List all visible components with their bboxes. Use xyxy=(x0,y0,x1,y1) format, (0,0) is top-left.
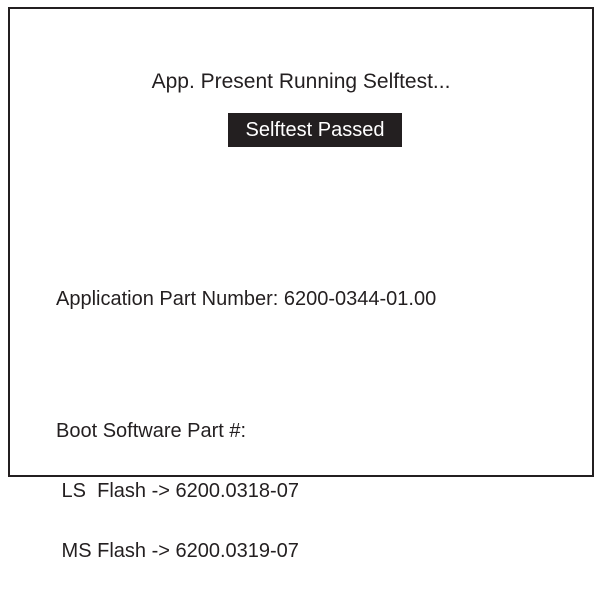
selftest-passed-badge: Selftest Passed xyxy=(228,113,402,147)
boot-software-info: Boot Software Part #: LS Flash -> 6200.0… xyxy=(56,381,299,601)
ms-flash-part: MS Flash -> 6200.0319-07 xyxy=(56,540,299,562)
selftest-screen: App. Present Running Selftest... Selftes… xyxy=(8,7,594,561)
selftest-status-text: App. Present Running Selftest... xyxy=(151,70,451,93)
boot-software-header: Boot Software Part #: xyxy=(56,420,247,442)
application-part-number: Application Part Number: 6200-0344-01.00 xyxy=(56,288,437,310)
ls-flash-part: LS Flash -> 6200.0318-07 xyxy=(56,480,299,502)
